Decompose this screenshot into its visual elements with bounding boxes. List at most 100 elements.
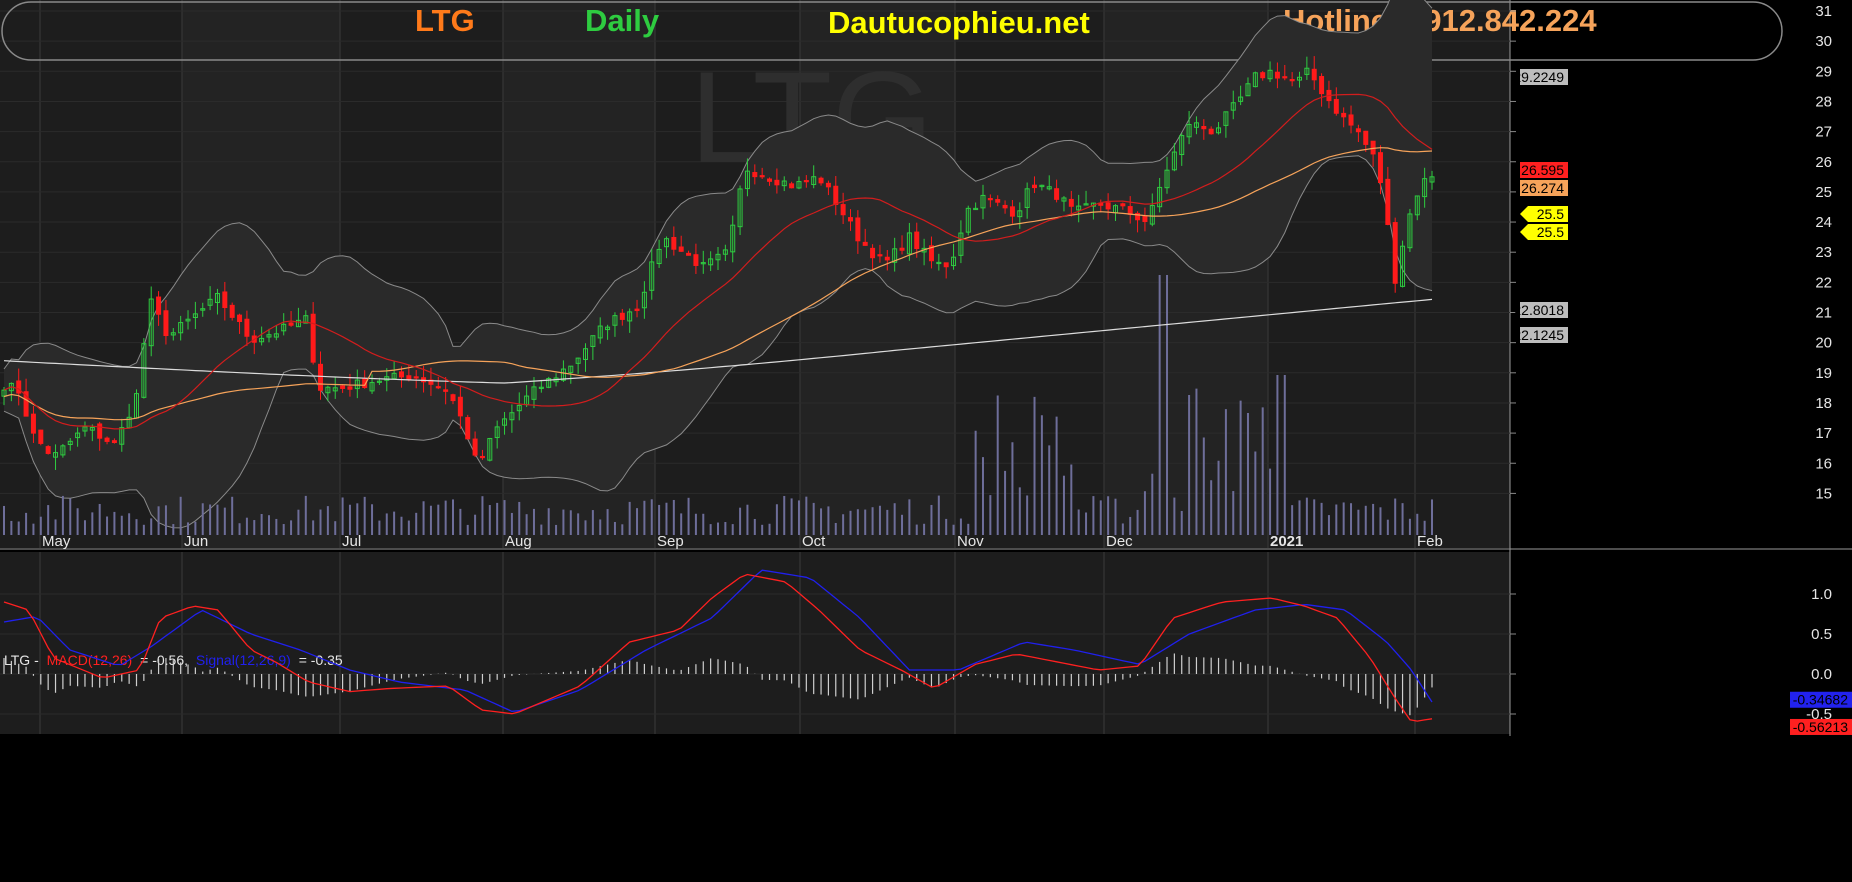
candle-body bbox=[1348, 114, 1354, 126]
header-symbol: LTG bbox=[415, 3, 475, 38]
price-badge-label: 22.1245 bbox=[1513, 327, 1564, 343]
candle-body bbox=[443, 389, 449, 392]
candle-body bbox=[435, 386, 441, 389]
price-tick-label: 16 bbox=[1815, 455, 1832, 472]
candle-body bbox=[244, 318, 250, 337]
macd-legend-symbol: LTG - bbox=[4, 652, 39, 668]
price-badge-label: 26.595 bbox=[1521, 162, 1564, 178]
month-label: Aug bbox=[505, 533, 532, 550]
price-tick-label: 30 bbox=[1815, 33, 1832, 50]
price-tick-label: 29 bbox=[1815, 63, 1832, 80]
candle-body bbox=[237, 314, 243, 322]
candle-body bbox=[288, 322, 294, 326]
candle-body bbox=[1068, 198, 1074, 207]
candle-body bbox=[752, 172, 758, 178]
candle-body bbox=[1377, 152, 1383, 183]
candle-body bbox=[840, 204, 846, 216]
candle-body bbox=[1311, 68, 1317, 81]
candle-body bbox=[619, 312, 625, 320]
candle-body bbox=[318, 363, 324, 391]
price-tick-label: 20 bbox=[1815, 335, 1832, 352]
price-tick-label: 19 bbox=[1815, 365, 1832, 382]
price-badge-label: 25.5 bbox=[1537, 206, 1564, 222]
macd-badge-label: -0.56213 bbox=[1793, 719, 1848, 735]
candle-body bbox=[340, 385, 346, 389]
price-tick-label: 21 bbox=[1815, 305, 1832, 322]
candle-body bbox=[1289, 78, 1295, 82]
month-label: Oct bbox=[802, 533, 826, 550]
candle-body bbox=[457, 396, 463, 417]
candle-body bbox=[1363, 130, 1369, 145]
candle-body bbox=[229, 304, 235, 318]
candle-body bbox=[421, 377, 427, 383]
price-badge-label: 25.5 bbox=[1537, 224, 1564, 240]
price-tick-label: 27 bbox=[1815, 124, 1832, 141]
candle-body bbox=[1319, 76, 1325, 95]
candle-body bbox=[310, 313, 316, 363]
candle-body bbox=[1009, 206, 1015, 217]
price-tick-label: 26 bbox=[1815, 154, 1832, 171]
candle-body bbox=[1333, 98, 1339, 114]
chart-stage: LTG LTG Daily Dautucophieu.net Hotline: … bbox=[0, 0, 1852, 882]
candle-body bbox=[634, 308, 640, 312]
macd-badge-label: -0.34682 bbox=[1793, 692, 1848, 708]
candle-body bbox=[1105, 202, 1111, 210]
candle-body bbox=[789, 183, 795, 189]
candle-body bbox=[472, 438, 478, 456]
candle-body bbox=[111, 440, 117, 444]
price-tick-label: 18 bbox=[1815, 395, 1832, 412]
price-tick-label: 31 bbox=[1815, 3, 1832, 20]
macd-tick-label: 0.0 bbox=[1811, 666, 1832, 683]
candle-body bbox=[347, 386, 353, 390]
candle-body bbox=[1370, 140, 1376, 155]
candle-body bbox=[862, 241, 868, 246]
macd-tick-label: 0.5 bbox=[1811, 626, 1832, 643]
candle-body bbox=[1208, 128, 1214, 135]
candle-body bbox=[104, 437, 110, 442]
stock-chart: LTG LTG Daily Dautucophieu.net Hotline: … bbox=[0, 0, 1852, 882]
candle-body bbox=[1385, 178, 1391, 225]
candle-body bbox=[1127, 206, 1133, 215]
candle-body bbox=[1392, 222, 1398, 284]
month-label: May bbox=[42, 533, 71, 550]
candle-body bbox=[30, 413, 36, 434]
candle-body bbox=[987, 198, 993, 201]
candle-body bbox=[45, 446, 51, 454]
candle-body bbox=[1054, 188, 1060, 200]
price-tick-label: 22 bbox=[1815, 274, 1832, 291]
header-site: Dautucophieu.net bbox=[828, 5, 1090, 40]
candle-body bbox=[1274, 71, 1280, 79]
candle-body bbox=[671, 236, 677, 250]
price-tick-label: 23 bbox=[1815, 244, 1832, 261]
candle-body bbox=[1341, 112, 1347, 118]
candle-body bbox=[163, 310, 169, 337]
month-label: Feb bbox=[1417, 533, 1443, 550]
candle-body bbox=[1142, 215, 1148, 223]
candle-body bbox=[1002, 204, 1008, 209]
candle-body bbox=[413, 376, 419, 379]
price-badge-label: 22.8018 bbox=[1513, 302, 1564, 318]
candle-body bbox=[1120, 203, 1126, 207]
candle-body bbox=[222, 291, 228, 309]
candle-body bbox=[1032, 184, 1038, 189]
candle-body bbox=[995, 199, 1001, 203]
candle-body bbox=[1260, 72, 1266, 79]
price-tick-label: 15 bbox=[1815, 485, 1832, 502]
candle-body bbox=[759, 175, 765, 178]
candle-body bbox=[465, 417, 471, 440]
candle-body bbox=[693, 254, 699, 266]
macd-legend-signal: Signal(12,26,9) bbox=[196, 652, 291, 668]
price-tick-label: 25 bbox=[1815, 184, 1832, 201]
price-badge-label: 26.274 bbox=[1521, 180, 1564, 196]
candle-body bbox=[678, 246, 684, 252]
candle-body bbox=[16, 380, 22, 394]
candle-body bbox=[818, 177, 824, 184]
candle-body bbox=[1282, 76, 1288, 79]
candle-body bbox=[825, 182, 831, 188]
month-label: Nov bbox=[957, 533, 984, 550]
candle-body bbox=[803, 180, 809, 183]
month-label: Dec bbox=[1106, 533, 1133, 550]
candle-body bbox=[686, 252, 692, 256]
price-tick-label: 28 bbox=[1815, 93, 1832, 110]
candle-body bbox=[479, 455, 485, 459]
